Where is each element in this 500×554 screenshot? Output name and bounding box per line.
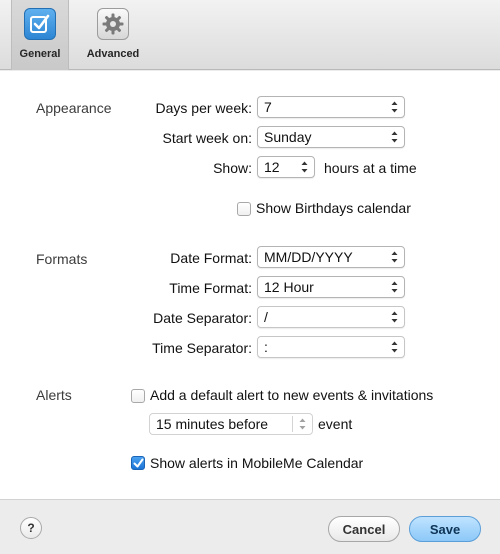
date-separator-popup[interactable]: / bbox=[257, 306, 405, 328]
date-separator-label: Date Separator: bbox=[153, 310, 252, 326]
preferences-content: Appearance Days per week: 7 Start week o… bbox=[0, 71, 500, 499]
hours-popup[interactable]: 12 bbox=[257, 156, 315, 178]
help-icon: ? bbox=[27, 521, 35, 535]
cancel-button[interactable]: Cancel bbox=[328, 516, 400, 542]
birthdays-checkbox[interactable] bbox=[237, 202, 251, 216]
start-week-value: Sunday bbox=[264, 129, 312, 145]
days-per-week-label: Days per week: bbox=[155, 100, 252, 116]
time-format-popup[interactable]: 12 Hour bbox=[257, 276, 405, 298]
advanced-tab[interactable]: Advanced bbox=[82, 0, 144, 70]
advanced-tab-label: Advanced bbox=[86, 48, 140, 60]
days-per-week-popup[interactable]: 7 bbox=[257, 96, 405, 118]
date-format-label: Date Format: bbox=[170, 250, 252, 266]
checkmark-icon bbox=[133, 458, 143, 467]
popup-arrows-icon bbox=[391, 101, 398, 113]
save-button[interactable]: Save bbox=[409, 516, 481, 542]
popup-arrows-icon bbox=[391, 311, 398, 323]
event-suffix: event bbox=[318, 416, 353, 432]
help-button[interactable]: ? bbox=[20, 517, 42, 539]
popup-arrows-icon bbox=[391, 281, 398, 293]
time-separator-label: Time Separator: bbox=[152, 340, 252, 356]
hours-value: 12 bbox=[264, 159, 280, 175]
alert-time-value: 15 minutes before bbox=[156, 416, 269, 432]
hours-suffix: hours at a time bbox=[324, 160, 417, 176]
date-separator-value: / bbox=[264, 309, 268, 325]
default-alert-checkbox[interactable] bbox=[131, 389, 145, 403]
time-format-label: Time Format: bbox=[169, 280, 252, 296]
alert-time-popup[interactable]: 15 minutes before bbox=[149, 413, 313, 435]
alerts-section-label: Alerts bbox=[36, 387, 72, 403]
appearance-section-label: Appearance bbox=[36, 100, 112, 116]
formats-section-label: Formats bbox=[36, 251, 88, 267]
start-week-label: Start week on: bbox=[162, 130, 253, 146]
checkbox-calendar-icon bbox=[24, 8, 56, 40]
start-week-popup[interactable]: Sunday bbox=[257, 126, 405, 148]
popup-arrows-icon bbox=[391, 251, 398, 263]
time-format-value: 12 Hour bbox=[264, 279, 314, 295]
time-separator-popup[interactable]: : bbox=[257, 336, 405, 358]
general-tab-label: General bbox=[19, 48, 61, 60]
date-format-popup[interactable]: MM/DD/YYYY bbox=[257, 246, 405, 268]
default-alert-label[interactable]: Add a default alert to new events & invi… bbox=[150, 387, 433, 403]
show-alerts-checkbox[interactable] bbox=[131, 456, 145, 470]
birthdays-label[interactable]: Show Birthdays calendar bbox=[256, 200, 411, 216]
dialog-footer: ? Cancel Save bbox=[0, 499, 500, 554]
cancel-button-label: Cancel bbox=[342, 521, 386, 537]
popup-arrows-icon bbox=[391, 131, 398, 143]
popup-arrows-icon bbox=[299, 418, 306, 430]
save-button-label: Save bbox=[429, 521, 461, 537]
popup-divider bbox=[292, 416, 293, 432]
gear-icon bbox=[97, 8, 129, 40]
time-separator-value: : bbox=[264, 339, 268, 355]
general-tab[interactable]: General bbox=[11, 0, 69, 70]
show-alerts-label[interactable]: Show alerts in MobileMe Calendar bbox=[150, 455, 363, 471]
preferences-toolbar: General Advanced bbox=[0, 0, 500, 70]
show-label: Show: bbox=[213, 160, 252, 176]
popup-arrows-icon bbox=[301, 161, 308, 173]
days-per-week-value: 7 bbox=[264, 99, 272, 115]
popup-arrows-icon bbox=[391, 341, 398, 353]
date-format-value: MM/DD/YYYY bbox=[264, 249, 353, 265]
